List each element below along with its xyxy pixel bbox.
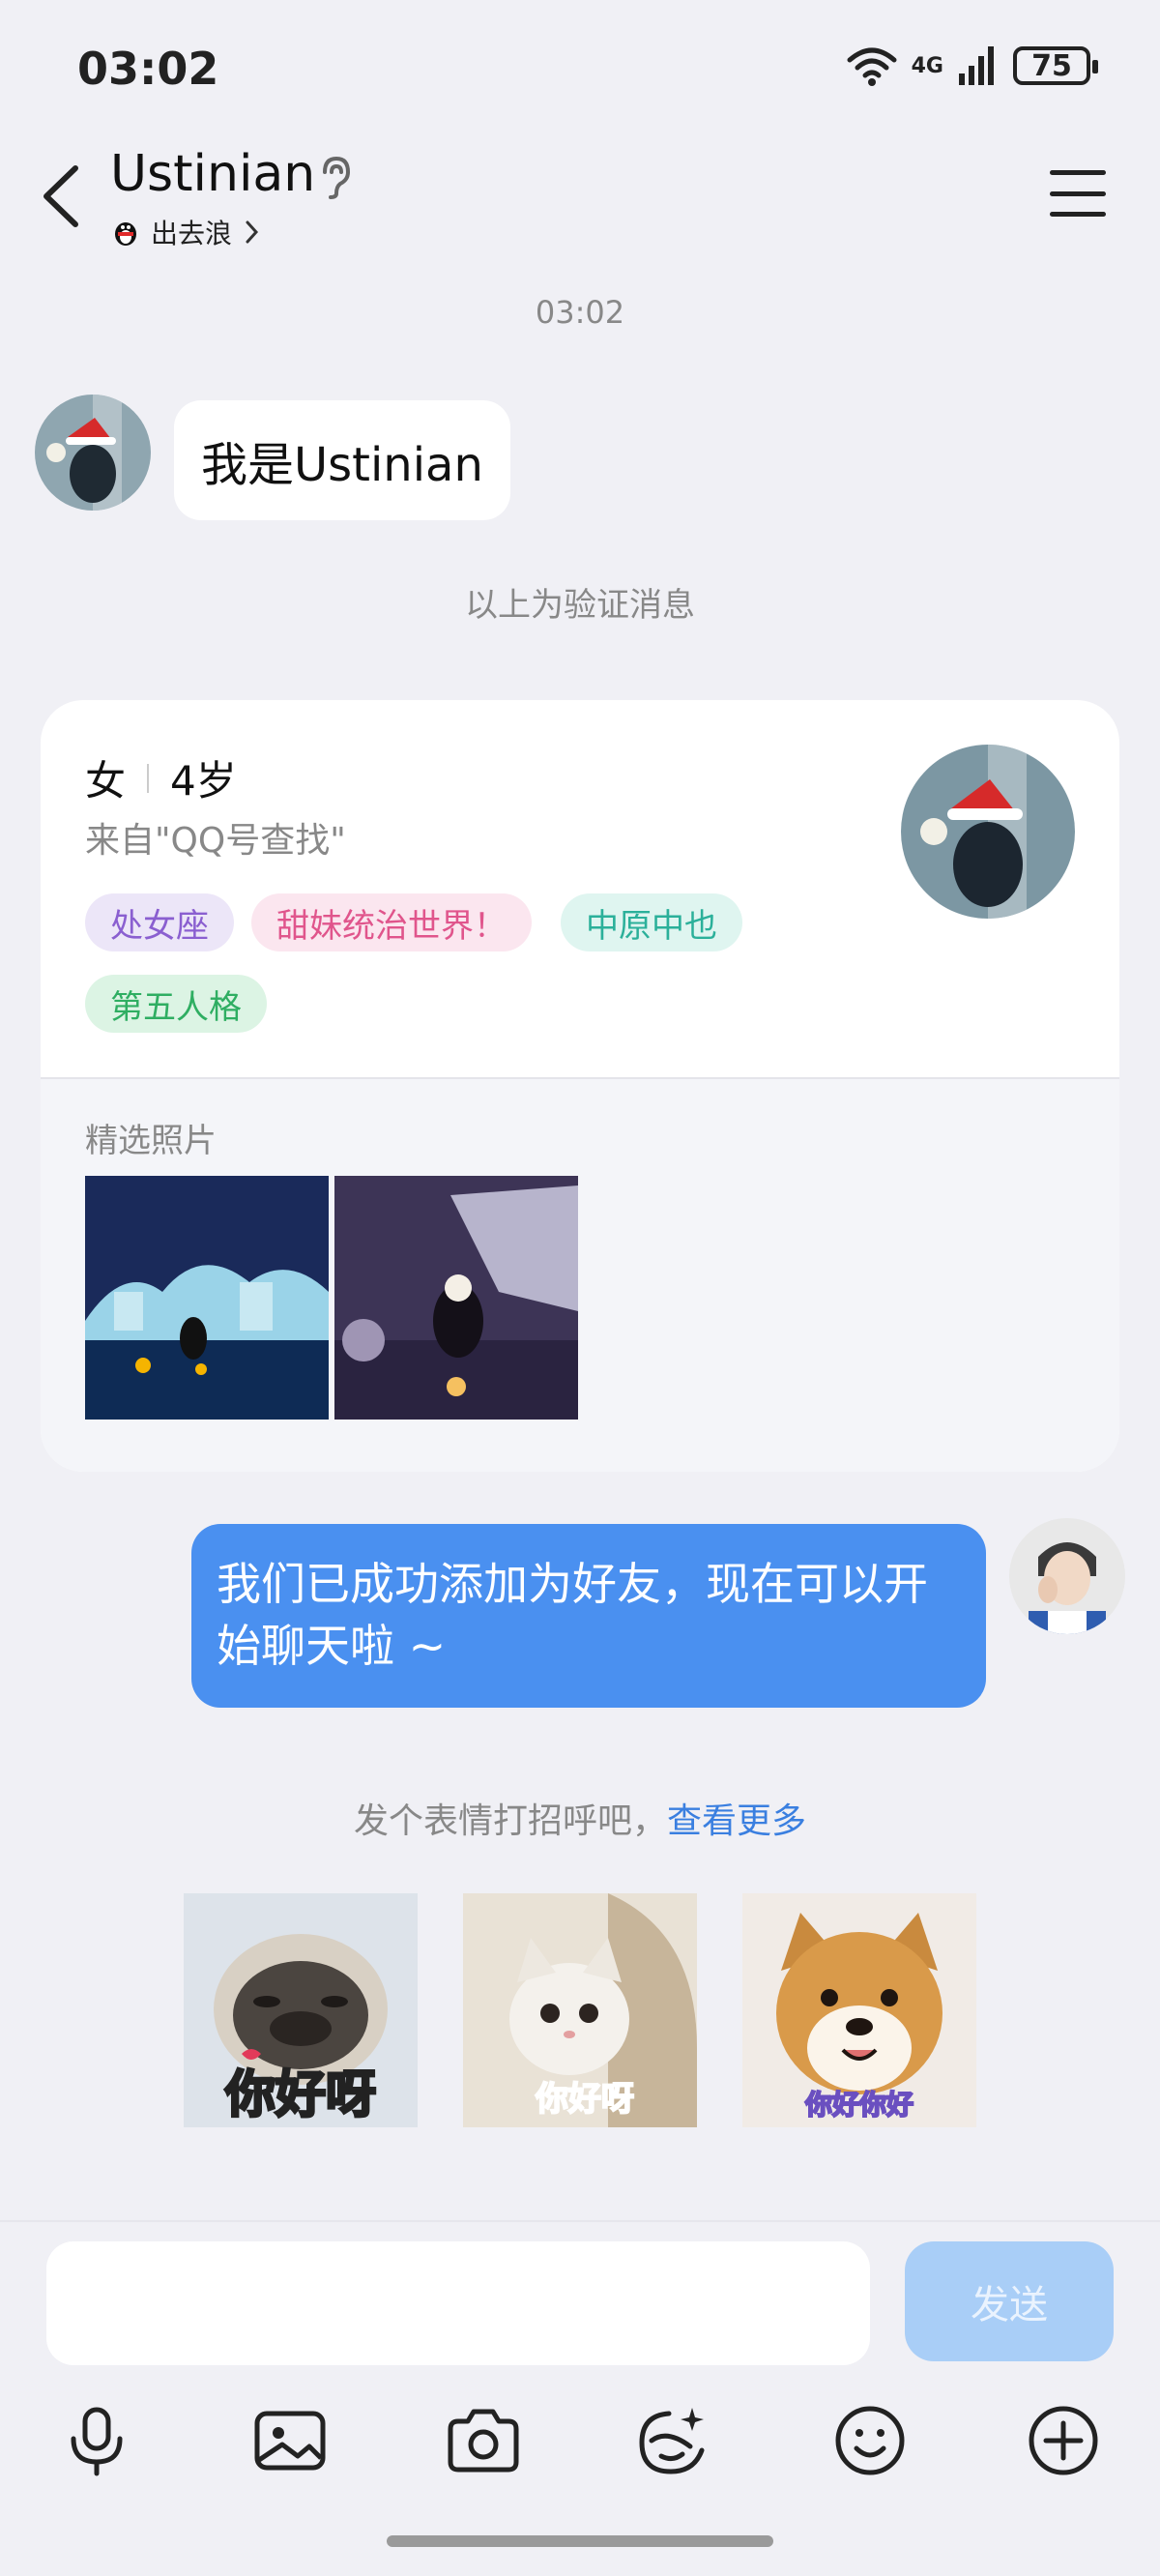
featured-photo[interactable] xyxy=(334,1176,578,1420)
photos-label: 精选照片 xyxy=(85,1122,217,1160)
message-timestamp: 03:02 xyxy=(535,294,625,331)
menu-icon[interactable] xyxy=(1050,170,1106,217)
status-subtitle[interactable]: 出去浪 xyxy=(110,213,261,251)
profile-tag: 处女座 xyxy=(85,893,234,951)
verification-note: 以上为验证消息 xyxy=(465,586,695,625)
microphone-icon[interactable] xyxy=(58,2402,135,2479)
info-divider xyxy=(147,763,150,793)
sticker-option[interactable]: 你好呀 xyxy=(463,1893,697,2127)
contact-avatar[interactable] xyxy=(35,395,151,511)
image-icon[interactable] xyxy=(251,2402,329,2479)
status-time: 03:02 xyxy=(77,43,219,95)
profile-tag: 甜妹统治世界！ xyxy=(251,893,532,951)
profile-tag: 第五人格 xyxy=(85,975,267,1033)
sticker-caption: 你好呀 xyxy=(535,2080,634,2119)
chat-title[interactable]: Ustinian xyxy=(110,145,315,203)
camera-icon[interactable] xyxy=(445,2402,522,2479)
wifi-icon xyxy=(847,47,897,86)
home-indicator[interactable] xyxy=(387,2535,773,2547)
battery-level: 75 xyxy=(1031,48,1072,83)
sticker-option[interactable]: 你好呀 xyxy=(184,1893,418,2127)
verification-bubble[interactable]: 我是Ustinian xyxy=(174,400,510,520)
emoji-icon[interactable] xyxy=(831,2402,909,2479)
penguin-icon xyxy=(115,222,136,246)
signal-icon xyxy=(959,46,994,85)
sticker-caption: 你好呀 xyxy=(224,2066,376,2124)
profile-gender: 女 xyxy=(85,757,127,805)
battery-icon: 75 xyxy=(1013,46,1098,85)
view-more-link[interactable]: 查看更多 xyxy=(667,1801,806,1841)
plus-icon[interactable] xyxy=(1025,2402,1102,2479)
featured-photo[interactable] xyxy=(85,1176,329,1420)
photos-section: 精选照片 xyxy=(41,1079,1119,1472)
profile-card[interactable]: 女 4岁 来自"QQ号查找" 处女座 甜妹统治世界！ 中原中也 第五人格 精选照… xyxy=(41,700,1119,1472)
profile-avatar[interactable] xyxy=(901,745,1075,919)
profile-source: 来自"QQ号查找" xyxy=(85,821,346,861)
profile-tag: 中原中也 xyxy=(561,893,742,951)
profile-age: 4岁 xyxy=(170,757,237,805)
back-icon[interactable] xyxy=(39,162,87,230)
sticker-caption: 你好你好 xyxy=(804,2089,914,2121)
sticker-prompt: 发个表情打招呼吧，查看更多 xyxy=(0,1793,1160,1843)
status-icons: 4G 75 xyxy=(846,44,1098,87)
ear-icon[interactable] xyxy=(317,155,352,199)
profile-basic-info: 女 4岁 xyxy=(85,748,237,807)
input-bar: 发送 xyxy=(0,2220,1160,2576)
sticker-option[interactable]: 你好你好 xyxy=(742,1893,976,2127)
subtitle-text: 出去浪 xyxy=(151,218,233,249)
my-avatar[interactable] xyxy=(1009,1518,1125,1634)
network-type: 4G xyxy=(911,53,943,78)
send-button[interactable]: 发送 xyxy=(905,2241,1114,2361)
message-input[interactable] xyxy=(46,2241,870,2365)
sticker-icon[interactable] xyxy=(634,2402,711,2479)
sticker-prompt-text: 发个表情打招呼吧， xyxy=(353,1801,667,1841)
chevron-right-icon xyxy=(246,220,259,244)
friend-added-bubble[interactable]: 我们已成功添加为好友，现在可以开始聊天啦 ~ xyxy=(191,1524,986,1708)
